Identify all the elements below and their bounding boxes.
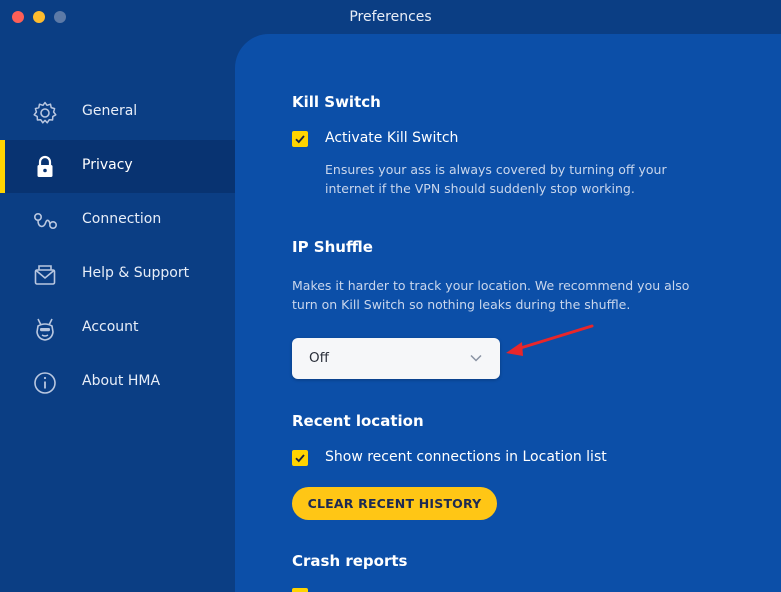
annotation-arrow-icon: [506, 324, 594, 356]
recent-location-checkbox[interactable]: [292, 450, 308, 466]
sidebar-item-label: Connection: [82, 211, 162, 227]
title-bar: Preferences: [0, 0, 781, 34]
chevron-down-icon: [470, 354, 482, 362]
sidebar-item-label: Privacy: [82, 157, 133, 173]
checkmark-icon: [295, 454, 305, 463]
ip-shuffle-dropdown[interactable]: Off: [292, 338, 500, 379]
gear-icon: [33, 101, 57, 124]
privacy-settings-panel: Kill Switch Activate Kill Switch Ensures…: [235, 34, 781, 592]
kill-switch-description: Ensures your ass is always covered by tu…: [325, 162, 667, 196]
clear-recent-history-button[interactable]: CLEAR RECENT HISTORY: [292, 487, 497, 520]
sidebar-item-label: About HMA: [82, 373, 161, 389]
envelope-icon: [34, 265, 56, 285]
sidebar-item-account[interactable]: Account: [0, 302, 235, 355]
sidebar-item-general[interactable]: General: [0, 86, 235, 139]
window-title: Preferences: [349, 9, 432, 25]
ip-shuffle-description: Makes it harder to track your location. …: [292, 278, 690, 312]
sidebar-item-connection[interactable]: Connection: [0, 194, 235, 247]
sidebar-item-label: General: [82, 103, 138, 119]
sidebar-item-about-hma[interactable]: About HMA: [0, 356, 235, 409]
crash-reports-heading: Crash reports: [292, 552, 408, 570]
checkmark-icon: [295, 135, 305, 144]
recent-location-label[interactable]: Show recent connections in Location list: [325, 449, 607, 465]
ip-shuffle-selected-value: Off: [309, 350, 329, 366]
connection-icon: [33, 213, 57, 230]
lock-icon: [37, 155, 53, 177]
donkey-avatar-icon: [36, 318, 54, 341]
crash-reports-checkbox[interactable]: [292, 588, 308, 592]
sidebar-item-label: Help & Support: [82, 265, 190, 281]
kill-switch-label[interactable]: Activate Kill Switch: [325, 130, 458, 146]
kill-switch-heading: Kill Switch: [292, 93, 381, 111]
sidebar: General Privacy Connection Help & Suppor…: [0, 34, 235, 592]
info-icon: [34, 372, 56, 394]
sidebar-item-help-support[interactable]: Help & Support: [0, 248, 235, 301]
ip-shuffle-heading: IP Shuffle: [292, 238, 373, 256]
sidebar-item-privacy[interactable]: Privacy: [0, 140, 235, 193]
recent-location-heading: Recent location: [292, 412, 424, 430]
kill-switch-checkbox[interactable]: [292, 131, 308, 147]
sidebar-item-label: Account: [82, 319, 139, 335]
